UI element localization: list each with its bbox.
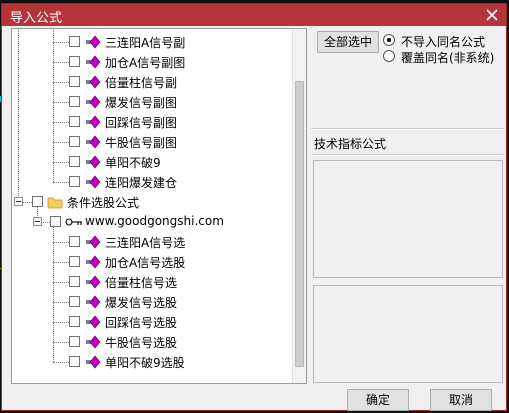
import-formula-dialog: 导入公式 三连阳A信号副 加仓A信号副图 倍量柱信号副 爆发信号副图 回踩信号副图 牛股信… — [1, 3, 507, 411]
scrollbar-thumb[interactable] — [295, 81, 304, 367]
tree-formula-item[interactable]: 牛股信号选股 — [12, 332, 292, 352]
radio-button[interactable] — [383, 50, 395, 62]
formula-icon — [85, 135, 101, 149]
tree-item-label: 爆发信号副图 — [105, 96, 178, 110]
formula-description-panel — [313, 285, 503, 383]
tree-item-label: 回踩信号选股 — [105, 316, 178, 330]
checkbox[interactable] — [69, 356, 80, 367]
tree-item-label: 三连阳A信号副 — [105, 36, 186, 50]
dialog-titlebar: 导入公式 — [2, 4, 506, 26]
formula-icon — [85, 155, 101, 169]
checkbox[interactable] — [50, 216, 61, 227]
formula-icon — [85, 295, 101, 309]
tree-item-label: 三连阳A信号选 — [105, 236, 186, 250]
tree-item-label: 爆发信号选股 — [105, 296, 178, 310]
expander-minus-icon[interactable] — [33, 217, 42, 226]
checkbox[interactable] — [69, 36, 80, 47]
tree-formula-item[interactable]: 加仓A信号选股 — [12, 252, 292, 272]
tree-item-label: 加仓A信号副图 — [105, 56, 186, 70]
checkbox[interactable] — [69, 176, 80, 187]
folder-icon — [47, 195, 63, 209]
tree-item-label: 回踩信号副图 — [105, 116, 178, 130]
checkbox[interactable] — [69, 276, 80, 287]
formula-icon — [85, 55, 101, 69]
checkbox[interactable] — [69, 76, 80, 87]
formula-icon — [85, 95, 101, 109]
checkbox[interactable] — [69, 336, 80, 347]
close-icon[interactable] — [483, 6, 501, 24]
tree-formula-item[interactable]: 连阳爆发建仓 — [12, 172, 292, 192]
formula-icon — [85, 315, 101, 329]
tree-folder-item[interactable]: 条件选股公式 — [12, 192, 292, 212]
select-all-button[interactable]: 全部选中 — [317, 31, 379, 53]
tree-group-item[interactable]: www.goodgongshi.com — [12, 212, 292, 232]
tree-item-label: 连阳爆发建仓 — [105, 176, 178, 190]
checkbox[interactable] — [69, 136, 80, 147]
tree-formula-item[interactable]: 单阳不破9 — [12, 152, 292, 172]
formula-icon — [85, 75, 101, 89]
formula-icon — [85, 255, 101, 269]
tree-item-label: 加仓A信号选股 — [105, 256, 186, 270]
tree-formula-item[interactable]: 三连阳A信号选 — [12, 232, 292, 252]
checkbox[interactable] — [69, 316, 80, 327]
radio-label: 覆盖同名(非系统) — [401, 51, 495, 65]
divider — [311, 154, 504, 156]
tree-formula-item[interactable]: 单阳不破9选股 — [12, 352, 292, 372]
checkbox[interactable] — [69, 116, 80, 127]
tree-formula-item[interactable]: 回踩信号选股 — [12, 312, 292, 332]
formula-icon — [85, 35, 101, 49]
expander-minus-icon[interactable] — [14, 197, 23, 206]
formula-icon — [85, 335, 101, 349]
tree-formula-item[interactable]: 牛股信号副图 — [12, 132, 292, 152]
checkbox[interactable] — [69, 156, 80, 167]
formula-icon — [85, 175, 101, 189]
checkbox[interactable] — [69, 96, 80, 107]
formula-tree[interactable]: 三连阳A信号副 加仓A信号副图 倍量柱信号副 爆发信号副图 回踩信号副图 牛股信号副图 单阳… — [11, 28, 307, 384]
tree-item-label: 倍量柱信号副 — [105, 76, 178, 90]
radio-button-selected[interactable] — [383, 34, 395, 46]
tree-item-label: 牛股信号选股 — [105, 336, 178, 350]
dialog-title: 导入公式 — [10, 11, 63, 26]
checkbox[interactable] — [69, 296, 80, 307]
tree-formula-item[interactable]: 爆发信号副图 — [12, 92, 292, 112]
tree-formula-item[interactable]: 倍量柱信号选 — [12, 272, 292, 292]
technical-formula-label: 技术指标公式 — [314, 137, 387, 151]
tree-vertical-scrollbar[interactable] — [292, 29, 306, 383]
tree-item-label: www.goodgongshi.com — [85, 214, 224, 228]
formula-icon — [85, 275, 101, 289]
radio-label: 不导入同名公式 — [401, 35, 486, 49]
cancel-button[interactable]: 取消 — [430, 389, 492, 411]
tree-item-label: 牛股信号副图 — [105, 136, 178, 150]
tree-item-label: 条件选股公式 — [67, 196, 140, 210]
tree-item-label: 单阳不破9选股 — [105, 356, 185, 370]
tree-item-label: 单阳不破9 — [105, 156, 161, 170]
tree-formula-item[interactable]: 回踩信号副图 — [12, 112, 292, 132]
tree-formula-item[interactable]: 倍量柱信号副 — [12, 72, 292, 92]
divider — [311, 128, 504, 130]
formula-icon — [85, 235, 101, 249]
formula-icon — [85, 355, 101, 369]
tree-item-label: 倍量柱信号选 — [105, 276, 178, 290]
checkbox[interactable] — [69, 56, 80, 67]
tree-formula-item[interactable]: 爆发信号选股 — [12, 292, 292, 312]
tree-formula-item[interactable]: 三连阳A信号副 — [12, 32, 292, 52]
checkbox[interactable] — [32, 196, 43, 207]
formula-preview-panel — [313, 160, 503, 278]
tree-formula-item[interactable]: 加仓A信号副图 — [12, 52, 292, 72]
formula-icon — [85, 115, 101, 129]
checkbox[interactable] — [69, 236, 80, 247]
key-icon — [65, 215, 83, 229]
ok-button[interactable]: 确定 — [347, 389, 409, 411]
checkbox[interactable] — [69, 256, 80, 267]
